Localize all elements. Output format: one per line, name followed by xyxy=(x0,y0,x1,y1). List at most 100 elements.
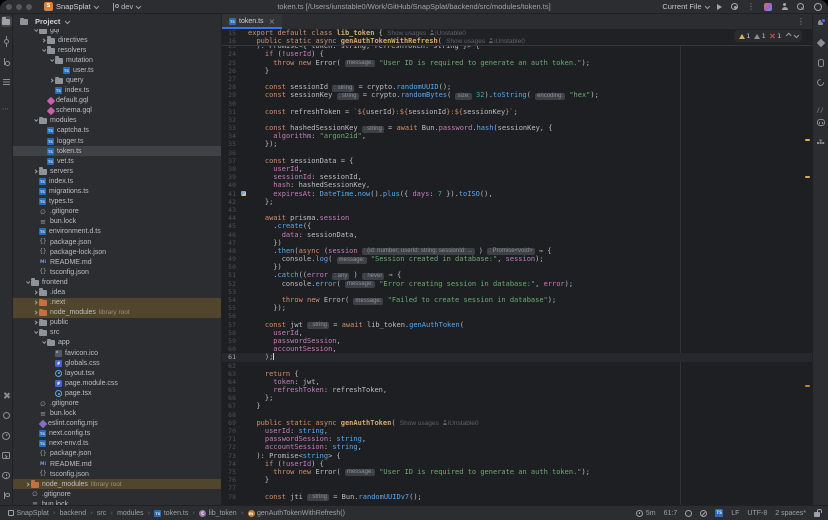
code-line[interactable]: 29 const sessionKey : string = crypto.ra… xyxy=(222,91,812,99)
breadcrumb-item[interactable]: SnapSplat xyxy=(8,510,49,517)
hide-windows-icon[interactable] xyxy=(815,97,826,108)
code-line[interactable]: 63 return { xyxy=(222,370,812,378)
tree-row[interactable]: .gitignore xyxy=(13,398,221,408)
tree-row[interactable]: node_moduleslibrary root xyxy=(13,308,221,318)
run-configuration-selector[interactable]: Current File xyxy=(662,2,708,11)
code-line[interactable]: 41 expiresAt: DateTime.now().plus({ days… xyxy=(222,190,812,198)
code-line[interactable]: 71 passwordSession: string, xyxy=(222,435,812,443)
tree-row[interactable]: mutation xyxy=(13,55,221,65)
line-number[interactable]: 76 xyxy=(222,476,240,484)
line-number[interactable]: 42 xyxy=(222,198,240,206)
code-line[interactable]: 46 data: sessionData, xyxy=(222,231,812,239)
code-line[interactable]: 33 const hashedSessionKey : string = awa… xyxy=(222,124,812,132)
settings-gear-icon[interactable] xyxy=(814,3,822,11)
tree-row[interactable]: query xyxy=(13,75,221,85)
gradle-icon[interactable] xyxy=(815,77,826,88)
line-number[interactable]: 60 xyxy=(222,345,240,353)
code-line[interactable]: 45 .create({ xyxy=(222,222,812,230)
status-widget[interactable]: 61:7 xyxy=(664,510,678,517)
code-line[interactable]: 75 throw new Error( message: "User ID is… xyxy=(222,468,812,476)
tree-chevron-icon[interactable] xyxy=(23,281,31,284)
inspection-warning[interactable]: 1 xyxy=(739,32,750,40)
search-everywhere-icon[interactable] xyxy=(797,3,805,11)
line-number[interactable]: 75 xyxy=(222,468,240,476)
code-line[interactable]: 61 ); xyxy=(222,353,812,361)
line-number[interactable]: 63 xyxy=(222,370,240,378)
line-number[interactable]: 25 xyxy=(222,59,240,67)
tree-row[interactable]: token.ts xyxy=(13,146,221,156)
breadcrumb-item[interactable]: modules xyxy=(117,510,143,517)
error-stripe-mark[interactable] xyxy=(805,385,810,387)
line-number[interactable]: 32 xyxy=(222,116,240,124)
line-number[interactable]: 59 xyxy=(222,337,240,345)
tree-row[interactable]: next-env.d.ts xyxy=(13,439,221,449)
code-line[interactable]: 52 console.error( message: "Error creati… xyxy=(222,280,812,288)
tree-row[interactable]: servers xyxy=(13,166,221,176)
line-number[interactable]: 33 xyxy=(222,124,240,132)
code-line[interactable]: 16 public static async genAuthTokenWithR… xyxy=(222,37,812,45)
code-line[interactable]: 31 const refreshToken = `${userId}:${ses… xyxy=(222,108,812,116)
line-number[interactable]: 43 xyxy=(222,206,240,214)
line-number[interactable]: 26 xyxy=(222,67,240,75)
line-number[interactable]: 69 xyxy=(222,419,240,427)
tree-row[interactable]: environment.d.ts xyxy=(13,227,221,237)
code-line[interactable]: 68 xyxy=(222,411,812,419)
tree-row[interactable]: package.json xyxy=(13,237,221,247)
tree-chevron-icon[interactable] xyxy=(31,301,39,304)
line-number[interactable]: 77 xyxy=(222,484,240,492)
breadcrumb-item[interactable]: src xyxy=(97,510,106,517)
tree-chevron-icon[interactable] xyxy=(31,29,39,32)
code-line[interactable]: 73 ): Promise<string> { xyxy=(222,452,812,460)
inspection-typo[interactable]: 1 xyxy=(770,32,781,40)
line-number[interactable]: 78 xyxy=(222,493,240,501)
line-number[interactable]: 15 xyxy=(222,29,240,37)
no-inspection-widget[interactable] xyxy=(700,510,707,517)
tree-row[interactable]: bun.lock xyxy=(13,409,221,419)
code-line[interactable]: 40 hash: hashedSessionKey, xyxy=(222,181,812,189)
git-branch-icon[interactable] xyxy=(1,490,12,501)
line-number[interactable]: 70 xyxy=(222,427,240,435)
tree-chevron-icon[interactable] xyxy=(23,483,31,486)
database-icon[interactable] xyxy=(815,57,826,68)
line-number[interactable]: 30 xyxy=(222,100,240,108)
line-number[interactable]: 45 xyxy=(222,222,240,230)
tree-chevron-icon[interactable] xyxy=(31,321,39,324)
error-stripe-mark[interactable] xyxy=(805,139,810,141)
code-line[interactable]: 48 .then(async (session : (id: number; u… xyxy=(222,247,812,255)
tree-row[interactable]: user.ts xyxy=(13,65,221,75)
run-button[interactable] xyxy=(717,4,722,10)
code-line[interactable]: 77 xyxy=(222,484,812,492)
line-number[interactable]: 68 xyxy=(222,411,240,419)
tree-row[interactable]: page.module.css xyxy=(13,378,221,388)
run-widget-icon[interactable] xyxy=(1,430,12,441)
tree-row[interactable]: default.gql xyxy=(13,96,221,106)
ts-badge-widget[interactable] xyxy=(715,509,723,517)
tree-row[interactable]: schema.gql xyxy=(13,106,221,116)
line-number[interactable]: 27 xyxy=(222,75,240,83)
tree-row[interactable]: .idea xyxy=(13,287,221,297)
pull-requests-icon[interactable] xyxy=(1,56,12,67)
code-line[interactable]: 56 xyxy=(222,312,812,320)
code-line[interactable]: 51 .catch((error : any ) : never ⇒ { xyxy=(222,271,812,279)
tree-row[interactable]: migrations.ts xyxy=(13,187,221,197)
code-line[interactable]: 74 if (!userId) { xyxy=(222,460,812,468)
code-line[interactable]: 72 accountSession: string, xyxy=(222,443,812,451)
line-number[interactable]: 24 xyxy=(222,50,240,58)
tree-row[interactable]: layout.tsx xyxy=(13,368,221,378)
build-icon[interactable] xyxy=(1,390,12,401)
line-number[interactable]: 66 xyxy=(222,394,240,402)
tree-row[interactable]: tsconfig.json xyxy=(13,469,221,479)
breadcrumb-item[interactable]: lib_token xyxy=(199,510,237,517)
code-line[interactable]: 47 }) xyxy=(222,239,812,247)
tree-row[interactable]: index.ts xyxy=(13,176,221,186)
services-icon[interactable] xyxy=(1,410,12,421)
tree-row[interactable]: types.ts xyxy=(13,197,221,207)
code-line[interactable]: 49 console.log( message: "Session create… xyxy=(222,255,812,263)
status-widget[interactable]: 2 spaces* xyxy=(775,510,806,517)
line-number[interactable]: 38 xyxy=(222,165,240,173)
tree-row[interactable]: logger.ts xyxy=(13,136,221,146)
tree-row[interactable]: .gitignore xyxy=(13,207,221,217)
code-line[interactable]: 35 }); xyxy=(222,140,812,148)
code-line[interactable]: 26 } xyxy=(222,67,812,75)
branch-widget[interactable]: dev xyxy=(111,2,140,11)
